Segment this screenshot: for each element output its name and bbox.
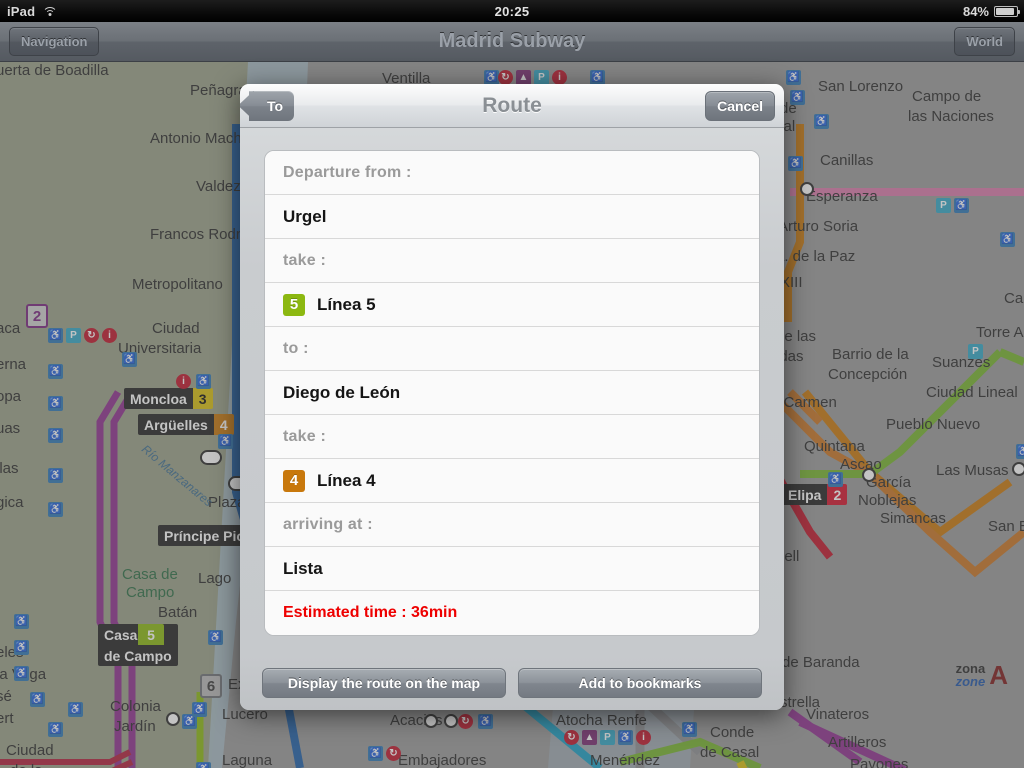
line-name-5: Línea 5 (317, 294, 376, 314)
row-take-label-2: take : (265, 415, 759, 459)
battery-icon (994, 5, 1020, 17)
row-arriving-label: arriving at : (265, 503, 759, 547)
row-to-label: to : (265, 327, 759, 371)
route-modal-body: Departure from : Urgel take : 5 Línea 5 … (240, 128, 784, 656)
nav-left-group: Navigation (0, 27, 100, 56)
navigation-button[interactable]: Navigation (9, 27, 100, 56)
app-nav-bar: Navigation Madrid Subway World (0, 22, 1024, 62)
row-arrival-station[interactable]: Lista (265, 547, 759, 591)
row-line-2[interactable]: 4 Línea 4 (265, 459, 759, 503)
route-modal-title: Route (482, 93, 542, 117)
page-title: Madrid Subway (438, 30, 586, 52)
nav-right-group: World (954, 27, 1024, 56)
route-modal-footer: Display the route on the map Add to book… (240, 656, 784, 710)
status-bar-right: 84% (963, 4, 1024, 19)
ipad-screen: iPad 20:25 84% Navigation Madrid Subway … (0, 0, 1024, 768)
display-route-on-map-button[interactable]: Display the route on the map (262, 668, 506, 698)
route-modal-header: To Route Cancel (240, 84, 784, 128)
row-transfer-station[interactable]: Diego de León (265, 371, 759, 415)
row-line-1[interactable]: 5 Línea 5 (265, 283, 759, 327)
cancel-button[interactable]: Cancel (705, 90, 775, 121)
status-bar: iPad 20:25 84% (0, 0, 1024, 22)
line-name-4: Línea 4 (317, 470, 376, 490)
row-departure-label: Departure from : (265, 151, 759, 195)
route-list: Departure from : Urgel take : 5 Línea 5 … (264, 150, 760, 636)
line-badge-4: 4 (283, 469, 305, 492)
add-to-bookmarks-button[interactable]: Add to bookmarks (518, 668, 762, 698)
row-estimated-time: Estimated time : 36min (265, 591, 759, 635)
world-button[interactable]: World (954, 27, 1015, 56)
to-back-button[interactable]: To (249, 90, 295, 121)
status-bar-clock: 20:25 (494, 3, 530, 19)
line-badge-5: 5 (283, 293, 305, 316)
route-modal: To Route Cancel Departure from : Urgel t… (240, 84, 784, 710)
row-take-label-1: take : (265, 239, 759, 283)
battery-percent-label: 84% (962, 3, 989, 19)
row-departure-station[interactable]: Urgel (265, 195, 759, 239)
